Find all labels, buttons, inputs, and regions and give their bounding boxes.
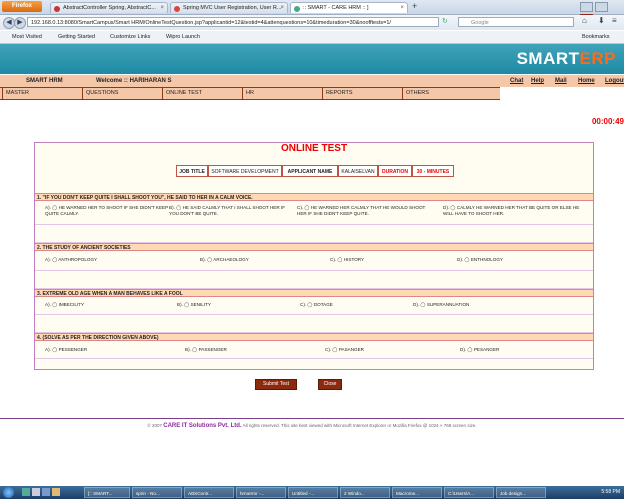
home-link[interactable]: Home bbox=[578, 75, 595, 87]
menu-questions[interactable]: QUESTIONS bbox=[82, 88, 162, 99]
main-menu: MASTER QUESTIONS ONLINE TEST HR REPORTS … bbox=[0, 87, 500, 100]
option-b[interactable]: B). ◯ HE SAID CALMLY THAT I SHALL SHOOT … bbox=[169, 205, 287, 217]
app-name: SMART HRM bbox=[26, 78, 63, 84]
close-tab-icon[interactable]: × bbox=[160, 3, 164, 13]
url-bar[interactable]: 192.168.0.13:8080/SmartCampus/Smart HRM/… bbox=[27, 17, 439, 27]
duration-label: DURATION bbox=[378, 165, 412, 177]
question-2: 2. THE STUDY OF ANCIENT SOCIETIES bbox=[35, 243, 593, 251]
close-tab-icon[interactable]: × bbox=[280, 3, 284, 13]
app-header: SMARTERP bbox=[0, 44, 624, 74]
option-a[interactable]: A). ◯ IMBECILITY bbox=[45, 302, 84, 308]
option-d[interactable]: D). ◯ ENTHNOLOGY bbox=[457, 257, 503, 263]
system-clock: 5:58 PM bbox=[601, 489, 620, 495]
taskbar-item[interactable]: Macrome... bbox=[392, 487, 442, 498]
new-tab-button[interactable]: + bbox=[412, 1, 417, 12]
taskbar-item[interactable]: hrmerror -... bbox=[236, 487, 286, 498]
quick-launch[interactable] bbox=[22, 488, 66, 497]
taskbar-item[interactable]: Untitled -... bbox=[288, 487, 338, 498]
spacer-row bbox=[35, 359, 593, 369]
job-title-label: JOB TITLE bbox=[176, 165, 208, 177]
menu-hr[interactable]: HR bbox=[242, 88, 322, 99]
option-c[interactable]: C). ◯ PASANGER bbox=[325, 347, 364, 353]
question-4: 4. (SOLVE AS PER THE DIRECTION GIVEN ABO… bbox=[35, 333, 593, 341]
option-a[interactable]: A). ◯ PESSENGER bbox=[45, 347, 87, 353]
question-1-options: A). ◯ HE WARNED HER TO SHOOT IF SHE DIDN… bbox=[35, 201, 593, 225]
taskbar-item[interactable]: C:\Users\A... bbox=[444, 487, 494, 498]
spacer-row bbox=[35, 271, 593, 289]
option-c[interactable]: C). ◯ DOTAGE bbox=[300, 302, 333, 308]
windows-taskbar: [:: SMART... sprin - No... ABSContr... h… bbox=[0, 486, 624, 499]
help-link[interactable]: Help bbox=[531, 75, 544, 87]
option-d[interactable]: D). ◯ PESANGER bbox=[460, 347, 499, 353]
spacer-row bbox=[35, 225, 593, 243]
countdown-timer: 00:00:49 bbox=[591, 117, 624, 126]
mail-link[interactable]: Mail bbox=[555, 75, 567, 87]
reload-icon[interactable]: ↻ bbox=[442, 17, 448, 25]
spacer-row bbox=[35, 315, 593, 333]
option-a[interactable]: A). ◯ ANTHROPOLOGY bbox=[45, 257, 97, 263]
close-tab-icon[interactable]: × bbox=[400, 3, 404, 13]
search-input[interactable]: Google bbox=[458, 17, 574, 27]
question-2-options: A). ◯ ANTHROPOLOGY B). ◯ ARCHAEOLOGY C).… bbox=[35, 251, 593, 271]
question-3-options: A). ◯ IMBECILITY B). ◯ SENILITY C). ◯ DO… bbox=[35, 297, 593, 315]
taskbar-item[interactable]: ABSContr... bbox=[184, 487, 234, 498]
option-d[interactable]: D). ◯ SUPERANNUATION bbox=[413, 302, 469, 308]
footer-divider bbox=[0, 418, 624, 419]
bookmarks-toolbar: Most Visited Getting Started Customize L… bbox=[0, 31, 624, 44]
menu-master[interactable]: MASTER bbox=[2, 88, 82, 99]
option-b[interactable]: B). ◯ SENILITY bbox=[177, 302, 211, 308]
applicant-label: APPLICANT NAME bbox=[282, 165, 338, 177]
submit-test-button[interactable]: Submit Test bbox=[255, 379, 297, 390]
question-4-options: A). ◯ PESSENGER B). ◯ PASSENGER C). ◯ PA… bbox=[35, 341, 593, 359]
browser-tab[interactable]: AbstractController Spring, AbstractC... … bbox=[50, 2, 168, 13]
question-3: 3. EXTREME OLD AGE WHEN A MAN BEHAVES LI… bbox=[35, 289, 593, 297]
logout-link[interactable]: Logout bbox=[605, 75, 624, 87]
download-icon[interactable]: ⬇ bbox=[598, 16, 605, 25]
bookmark-item[interactable]: Getting Started bbox=[58, 31, 95, 43]
page-title: ONLINE TEST bbox=[280, 143, 348, 154]
bookmark-item[interactable]: Most Visited bbox=[12, 31, 42, 43]
forward-icon[interactable]: ▶ bbox=[14, 17, 26, 29]
taskbar-item[interactable]: [:: SMART... bbox=[84, 487, 130, 498]
java-icon bbox=[54, 6, 60, 12]
chat-link[interactable]: Chat bbox=[510, 75, 523, 87]
option-b[interactable]: B). ◯ PASSENGER bbox=[185, 347, 227, 353]
job-title-value: SOFTWARE DEVELOPMENT bbox=[208, 165, 282, 177]
bookmark-item[interactable]: Wipro Launch bbox=[166, 31, 200, 43]
start-button-icon[interactable] bbox=[3, 487, 14, 498]
company-name: CARE IT Solutions Pvt. Ltd. bbox=[163, 423, 242, 429]
taskbar-item[interactable]: Job design... bbox=[496, 487, 546, 498]
welcome-bar: SMART HRM Welcome :: HARIHARAN S Chat He… bbox=[0, 75, 624, 87]
close-button[interactable]: Close bbox=[318, 379, 342, 390]
option-a[interactable]: A). ◯ HE WARNED HER TO SHOOT IF SHE DIDN… bbox=[45, 205, 169, 217]
question-1: 1. "IF YOU DON'T KEEP QUITE I SHALL SHOO… bbox=[35, 193, 593, 201]
footer: © 2007 CARE IT Solutions Pvt. Ltd. All r… bbox=[147, 423, 477, 429]
window-controls[interactable] bbox=[580, 2, 620, 24]
page-icon bbox=[174, 6, 180, 12]
option-c[interactable]: C). ◯ HISTORY bbox=[330, 257, 364, 263]
menu-others[interactable]: OTHERS bbox=[402, 88, 500, 99]
duration-value: 30 - MINUTES bbox=[412, 165, 454, 177]
app-logo: SMARTERP bbox=[516, 49, 616, 68]
taskbar-item[interactable]: 2 Windo... bbox=[340, 487, 390, 498]
option-d[interactable]: D). ◯ CALMLY HE WARNED HER THAT BE QUITE… bbox=[443, 205, 591, 217]
bookmarks-menu[interactable]: Bookmarks bbox=[582, 31, 610, 43]
bookmark-item[interactable]: Customize Links bbox=[110, 31, 150, 43]
firefox-menu-button[interactable]: Firefox bbox=[2, 1, 42, 12]
browser-tab-active[interactable]: :: SMART - CARE HRM :: ] × bbox=[290, 2, 408, 13]
option-c[interactable]: C). ◯ HE WARNED HER CALMLY THAT HE WOULD… bbox=[297, 205, 427, 217]
online-test-panel: ONLINE TEST JOB TITLE SOFTWARE DEVELOPME… bbox=[34, 142, 594, 370]
browser-tab[interactable]: Spring MVC User Registration, User R... … bbox=[170, 2, 288, 13]
browser-tab-bar: Firefox AbstractController Spring, Abstr… bbox=[0, 0, 624, 24]
menu-icon[interactable]: ≡ bbox=[612, 16, 617, 25]
smart-icon bbox=[294, 6, 300, 12]
menu-reports[interactable]: REPORTS bbox=[322, 88, 402, 99]
menu-online-test[interactable]: ONLINE TEST bbox=[162, 88, 242, 99]
welcome-text: Welcome :: HARIHARAN S bbox=[96, 78, 172, 84]
applicant-value: KALAISELVAN bbox=[338, 165, 378, 177]
taskbar-item[interactable]: sprin - No... bbox=[132, 487, 182, 498]
option-b[interactable]: B). ◯ ARCHAEOLOGY bbox=[200, 257, 249, 263]
home-icon[interactable]: ⌂ bbox=[582, 16, 587, 25]
